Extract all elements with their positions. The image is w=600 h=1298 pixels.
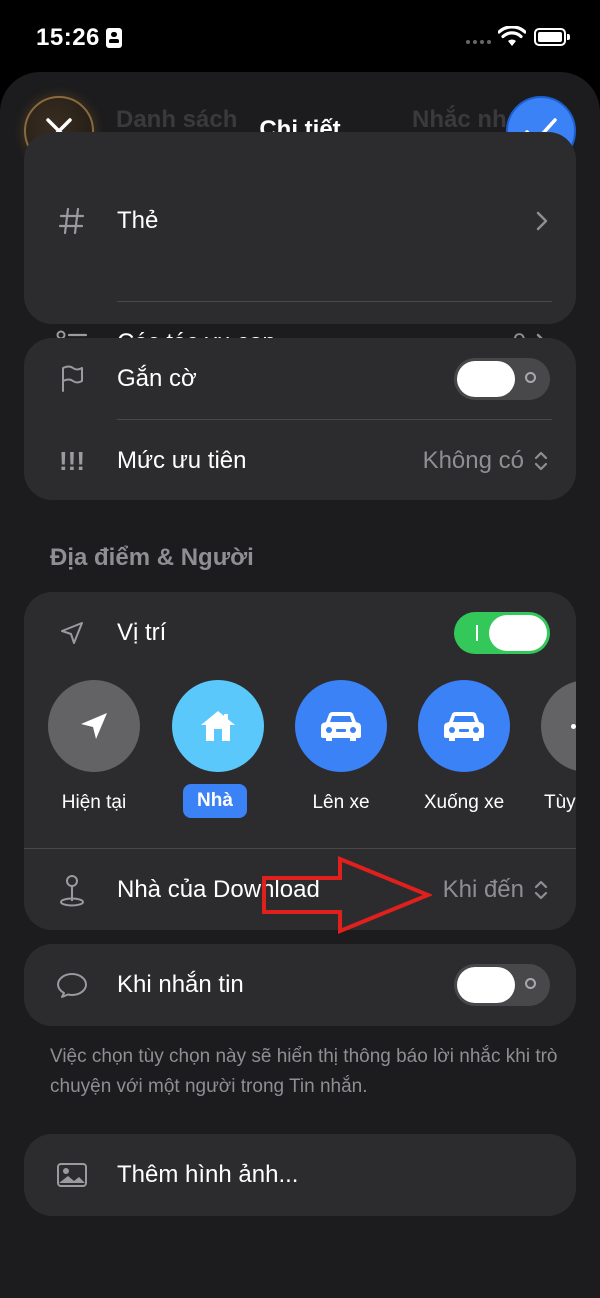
location-toggle[interactable] — [454, 612, 550, 654]
flag-row: Gắn cờ — [24, 338, 576, 420]
tags-value — [536, 211, 548, 231]
wifi-icon — [498, 26, 526, 46]
flag-toggle[interactable] — [454, 358, 550, 400]
battery-icon — [534, 28, 570, 46]
location-option-label: Xuống xe — [423, 792, 505, 813]
car-icon — [295, 680, 387, 772]
more-icon — [541, 680, 576, 772]
photo-icon — [54, 1157, 90, 1193]
priority-icon: !!! — [59, 445, 85, 476]
flag-icon — [54, 361, 90, 397]
status-bar: 15:26 — [0, 0, 600, 72]
location-options-scroller[interactable]: Hiện tại Nhà Lên xe Xuống xe Tùy — [24, 674, 576, 844]
location-arrow-outline-icon — [54, 615, 90, 651]
messaging-footnote: Việc chọn tùy chọn này sẽ hiển thị thông… — [50, 1046, 558, 1097]
location-option-label: Lên xe — [312, 792, 370, 813]
tags-label: Thẻ — [117, 207, 159, 234]
chevron-updown-icon — [534, 451, 548, 471]
messaging-card: Khi nhắn tin — [24, 944, 576, 1026]
tags-subtasks-card: Thẻ Các tác vụ con 0 — [24, 132, 576, 356]
sim-card-icon — [106, 28, 122, 48]
flag-label: Gắn cờ — [117, 365, 197, 392]
chevron-updown-icon — [534, 880, 548, 900]
priority-label: Mức ưu tiên — [117, 447, 247, 474]
location-arrow-icon — [48, 680, 140, 772]
messaging-row: Khi nhắn tin — [24, 944, 576, 1026]
flag-priority-card: Gắn cờ !!! Mức ưu tiên Không có — [24, 338, 576, 500]
house-icon — [172, 680, 264, 772]
detail-sheet: Danh sách Nhắc nh Chi tiết Thẻ Các tác v… — [0, 72, 600, 1298]
priority-row[interactable]: !!! Mức ưu tiên Không có — [24, 420, 576, 502]
add-image-label: Thêm hình ảnh... — [117, 1161, 299, 1188]
cellular-signal-icon — [466, 40, 491, 44]
car-icon — [418, 680, 510, 772]
location-option-label: Nhà — [183, 784, 247, 818]
location-option-label: Tùy — [544, 792, 576, 813]
messaging-label: Khi nhắn tin — [117, 971, 244, 998]
location-option-label: Hiện tại — [61, 792, 127, 813]
priority-selected: Không có — [422, 447, 524, 474]
annotation-arrow-icon — [262, 856, 432, 934]
map-pin-icon — [54, 872, 90, 908]
trigger-value[interactable]: Khi đến — [443, 876, 548, 904]
hashtag-icon — [54, 203, 90, 239]
add-image-card[interactable]: Thêm hình ảnh... — [24, 1134, 576, 1216]
section-header-location-people: Địa điểm & Người — [50, 544, 254, 571]
location-label: Vị trí — [117, 619, 167, 646]
trigger-selected: Khi đến — [442, 876, 524, 903]
chevron-right-icon — [536, 211, 548, 231]
message-bubble-icon — [54, 967, 90, 1003]
messaging-toggle[interactable] — [454, 964, 550, 1006]
location-row: Vị trí — [24, 592, 576, 674]
priority-value: Không có — [423, 447, 548, 475]
tags-row[interactable]: Thẻ — [24, 180, 576, 262]
add-image-row[interactable]: Thêm hình ảnh... — [24, 1134, 576, 1216]
status-time: 15:26 — [36, 24, 100, 51]
